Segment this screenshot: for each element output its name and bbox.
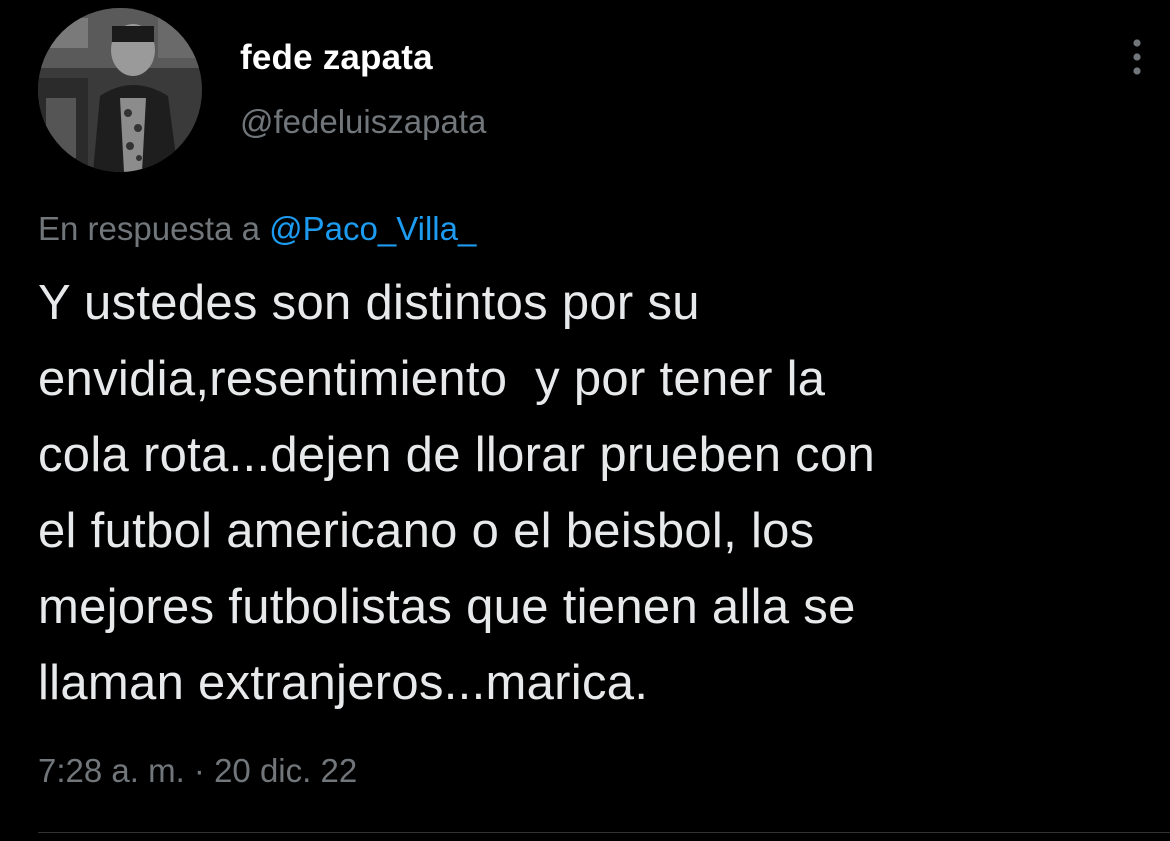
- tweet: fede zapata @fedeluiszapata En respuesta…: [0, 0, 1170, 841]
- avatar-photo: [38, 8, 202, 172]
- author-handle[interactable]: @fedeluiszapata: [240, 103, 486, 141]
- tweet-text-line: Y ustedes son distintos por su: [38, 276, 700, 330]
- tweet-text-line: cola rota...dejen de llorar prueben con: [38, 428, 876, 482]
- tweet-text: Y ustedes son distintos por su envidia,r…: [38, 265, 1138, 721]
- reply-prefix: En respuesta a: [38, 210, 260, 247]
- reply-context: En respuesta a @Paco_Villa_: [38, 210, 476, 248]
- tweet-text-line: mejores futbolistas que tienen alla se: [38, 580, 856, 634]
- tweet-text-line: el futbol americano o el beisbol, los: [38, 504, 815, 558]
- more-vertical-icon[interactable]: [1120, 36, 1154, 80]
- divider: [38, 832, 1170, 833]
- tweet-text-line: envidia,resentimiento y por tener la: [38, 352, 826, 406]
- reply-mention-link[interactable]: @Paco_Villa_: [269, 210, 476, 247]
- author-display-name[interactable]: fede zapata: [240, 38, 433, 78]
- tweet-timestamp[interactable]: 7:28 a. m. · 20 dic. 22: [38, 752, 357, 790]
- avatar[interactable]: [38, 8, 202, 172]
- tweet-text-line: llaman extranjeros...marica.: [38, 656, 649, 710]
